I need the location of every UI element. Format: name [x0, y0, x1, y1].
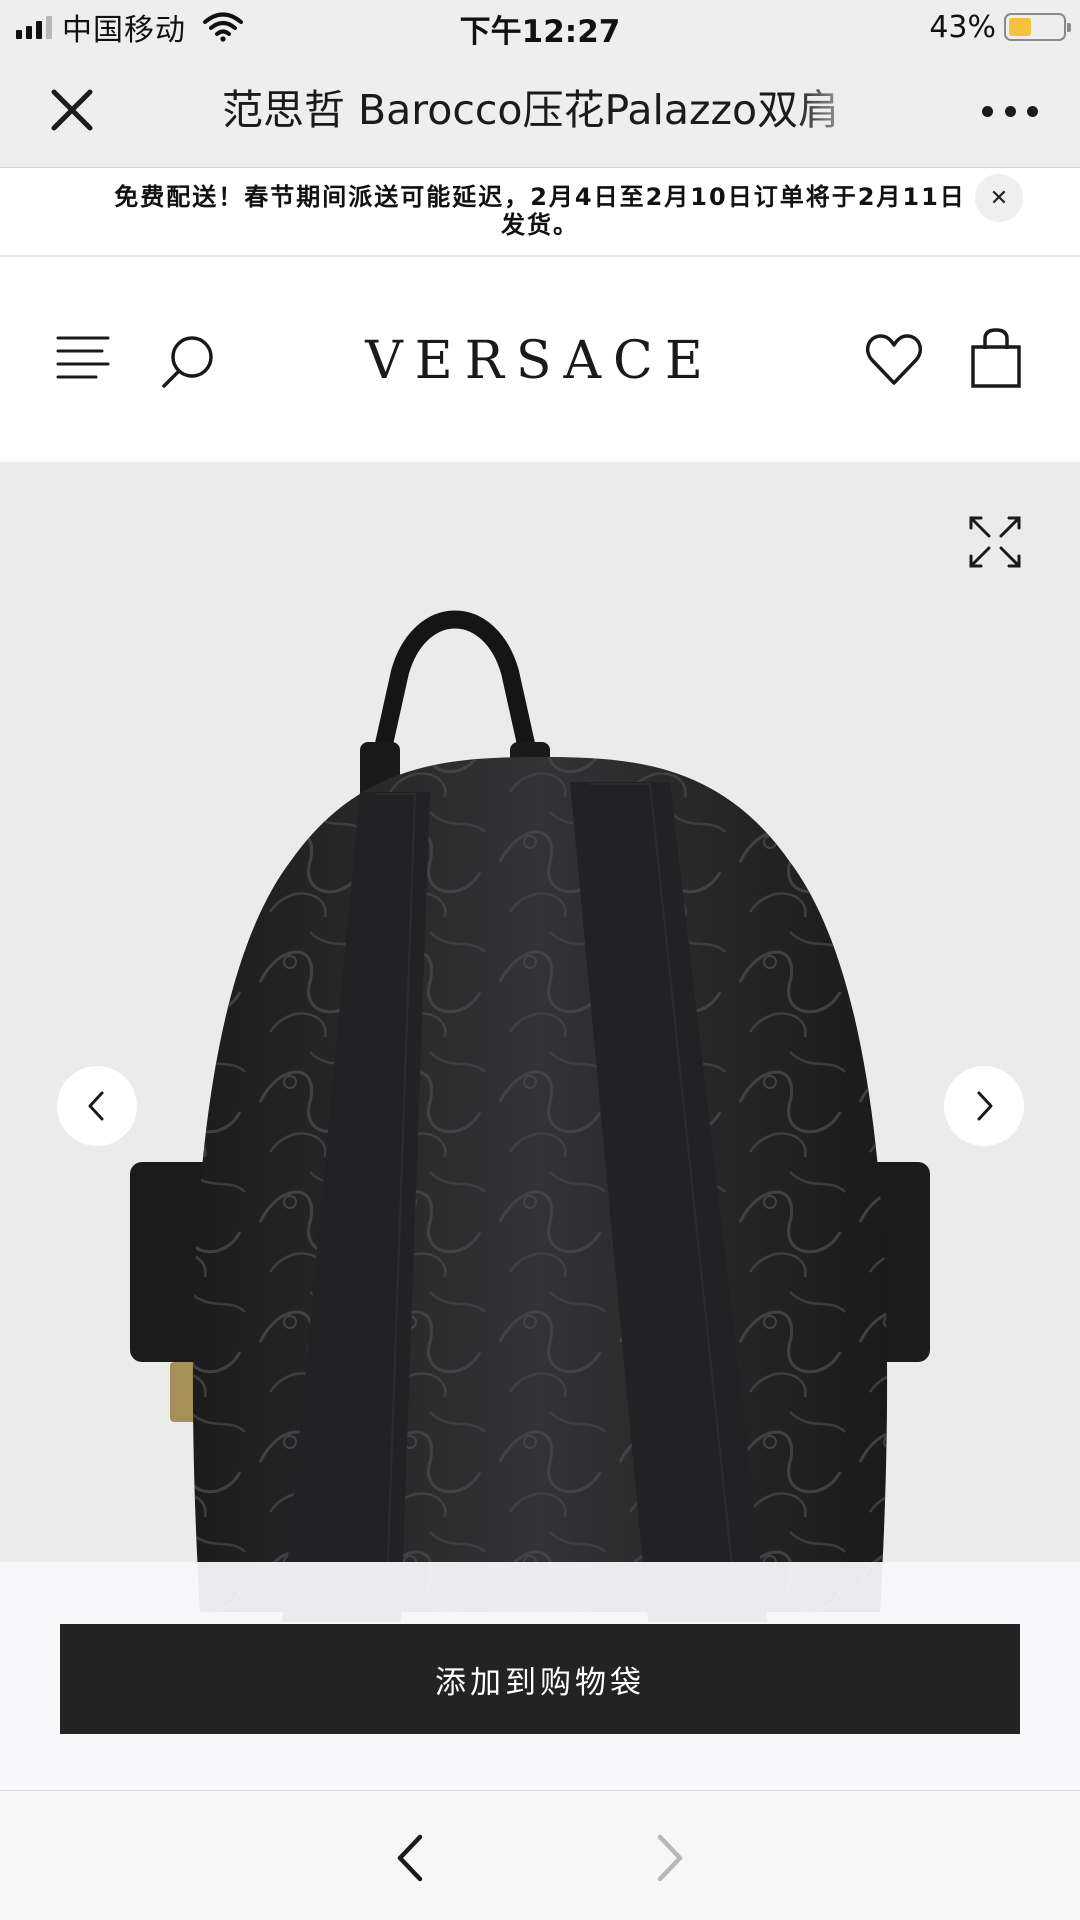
more-icon[interactable] [982, 96, 1038, 126]
chevron-right-icon [977, 1091, 993, 1121]
chevron-right-icon[interactable] [650, 1831, 690, 1885]
battery-level [1009, 18, 1032, 36]
gallery-prev-button[interactable] [57, 1066, 137, 1146]
product-image [130, 610, 930, 1622]
shopping-bag-icon[interactable] [970, 327, 1022, 389]
add-to-bag-bar: 添加到购物袋 [0, 1562, 1080, 1790]
webview-title-bar: 范思哲 Barocco压花Palazzo双肩 [0, 54, 1080, 168]
promo-close-button[interactable]: ✕ [975, 174, 1023, 222]
status-time: 下午12:27 [459, 14, 621, 50]
browser-bottom-nav [0, 1790, 1080, 1920]
product-gallery[interactable] [0, 462, 1080, 1622]
battery-icon [1004, 13, 1071, 41]
close-icon[interactable] [46, 84, 98, 136]
status-right: 43% [929, 8, 1071, 46]
add-to-bag-button[interactable]: 添加到购物袋 [60, 1624, 1020, 1734]
promo-banner: 免费配送！春节期间派送可能延迟，2月4日至2月10日订单将于2月11日发货。 [0, 169, 1080, 257]
expand-icon[interactable] [965, 512, 1025, 572]
chevron-left-icon[interactable] [390, 1831, 430, 1885]
chevron-left-icon [88, 1091, 104, 1121]
status-bar: 中国移动 下午12:27 43% [0, 0, 1080, 54]
site-header: VERSACE [0, 259, 1080, 462]
promo-text: 免费配送！春节期间派送可能延迟，2月4日至2月10日订单将于2月11日发货。 [114, 183, 966, 239]
heart-icon[interactable] [865, 333, 923, 387]
gallery-next-button[interactable] [944, 1066, 1024, 1146]
battery-percent: 43% [929, 9, 996, 45]
page-title: 范思哲 Barocco压花Palazzo双肩 [222, 86, 840, 134]
